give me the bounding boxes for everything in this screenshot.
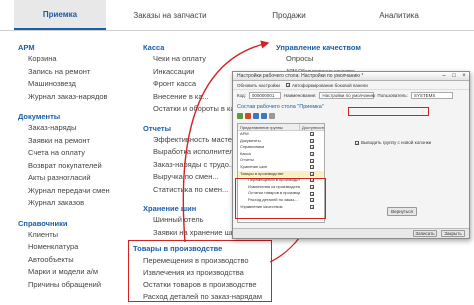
header-availability[interactable]: Доступность bbox=[300, 124, 324, 130]
availability-cell: ✓ bbox=[300, 151, 324, 158]
table-row[interactable]: Хранение шин ✓ bbox=[238, 164, 324, 171]
delete-icon[interactable] bbox=[245, 113, 251, 119]
settings-icon[interactable] bbox=[269, 113, 275, 119]
user-label: Пользователь: bbox=[377, 92, 408, 98]
auto-sidebar-label: Автоформирование боковой панели bbox=[291, 82, 368, 88]
availability-cell: ✓ bbox=[300, 144, 324, 151]
maximize-icon[interactable]: □ bbox=[449, 72, 459, 81]
window-titlebar: Настройки рабочего стола: Настройки по у… bbox=[233, 72, 469, 81]
save-button[interactable]: Записать bbox=[413, 230, 437, 237]
close-icon[interactable]: × bbox=[459, 72, 469, 81]
header-group[interactable]: Представление группы bbox=[238, 124, 300, 130]
refresh-settings-button[interactable]: Обновить настройки bbox=[237, 83, 280, 88]
composition-heading: Состав рабочего стола "Приемка" bbox=[237, 104, 324, 110]
close-button[interactable]: Закрыть bbox=[441, 230, 465, 237]
window-title: Настройки рабочего стола: Настройки по у… bbox=[237, 72, 364, 79]
desktop-settings-window: Настройки рабочего стола: Настройки по у… bbox=[232, 71, 470, 239]
group-name-cell: Отчеты bbox=[240, 157, 254, 163]
table-row[interactable]: Справочники ✓ bbox=[238, 144, 324, 151]
table-row[interactable]: АРМ ✓ bbox=[238, 131, 324, 138]
user-field[interactable]: SYSTEMS bbox=[410, 91, 453, 99]
availability-cell: ✓ bbox=[300, 138, 324, 145]
return-button[interactable]: Вернуться bbox=[387, 207, 417, 216]
window-toolbar: Обновить настройки ✓ Автоформирование бо… bbox=[233, 81, 469, 90]
highlight-checkbox bbox=[348, 107, 429, 116]
highlight-grid-rows bbox=[235, 178, 326, 219]
availability-cell: ✓ bbox=[300, 131, 324, 138]
checkbox-icon: ✓ bbox=[355, 140, 360, 146]
auto-sidebar-toggle[interactable]: ✓ Автоформирование боковой панели bbox=[285, 82, 368, 88]
up-icon[interactable] bbox=[253, 113, 259, 119]
window-fields-row: Код: 000000001 Наименование: Настройки п… bbox=[233, 90, 469, 100]
table-row[interactable]: Документы ✓ bbox=[238, 138, 324, 145]
grid-toolbar bbox=[237, 112, 325, 120]
checkbox-icon[interactable]: ✓ bbox=[310, 171, 314, 176]
group-name-cell: Документы bbox=[240, 137, 261, 143]
window-status-bar: Записать Закрыть bbox=[233, 228, 469, 238]
availability-cell: ✓ bbox=[300, 164, 324, 171]
checkbox-icon[interactable]: ✓ bbox=[310, 165, 314, 170]
new-column-label: Выводить группу с новой колонки bbox=[361, 140, 432, 145]
code-field[interactable]: 000000001 bbox=[248, 91, 281, 99]
minimize-icon[interactable]: – bbox=[439, 72, 449, 81]
availability-cell: ✓ bbox=[300, 171, 324, 178]
down-icon[interactable] bbox=[261, 113, 267, 119]
code-label: Код: bbox=[237, 92, 246, 98]
group-name-cell: АРМ bbox=[240, 131, 249, 136]
table-row[interactable]: Товары в производстве ✓ bbox=[238, 170, 324, 178]
grid-header: Представление группы Доступность bbox=[238, 124, 324, 131]
table-row[interactable]: Отчеты ✓ bbox=[238, 157, 324, 164]
new-column-option[interactable]: ✓ Выводить группу с новой колонки bbox=[355, 140, 431, 145]
group-name-cell: Хранение шин bbox=[240, 163, 267, 169]
group-name-cell: Справочники bbox=[240, 144, 265, 150]
table-row[interactable]: Касса ✓ bbox=[238, 151, 324, 158]
checkbox-icon[interactable]: ✓ bbox=[310, 132, 314, 137]
name-field[interactable]: Настройки по умолчанию bbox=[319, 91, 375, 99]
availability-cell: ✓ bbox=[300, 157, 324, 164]
name-label: Наименование: bbox=[283, 92, 317, 98]
checkbox-icon[interactable]: ✓ bbox=[310, 152, 314, 157]
add-icon[interactable] bbox=[237, 113, 243, 119]
checkbox-icon[interactable]: ✓ bbox=[310, 145, 314, 150]
checkbox-icon[interactable]: ✓ bbox=[310, 158, 314, 163]
checkbox-icon[interactable]: ✓ bbox=[310, 138, 314, 143]
checkbox-icon: ✓ bbox=[285, 83, 291, 88]
group-name-cell: Товары в производстве bbox=[240, 170, 284, 176]
group-name-cell: Касса bbox=[240, 150, 251, 156]
